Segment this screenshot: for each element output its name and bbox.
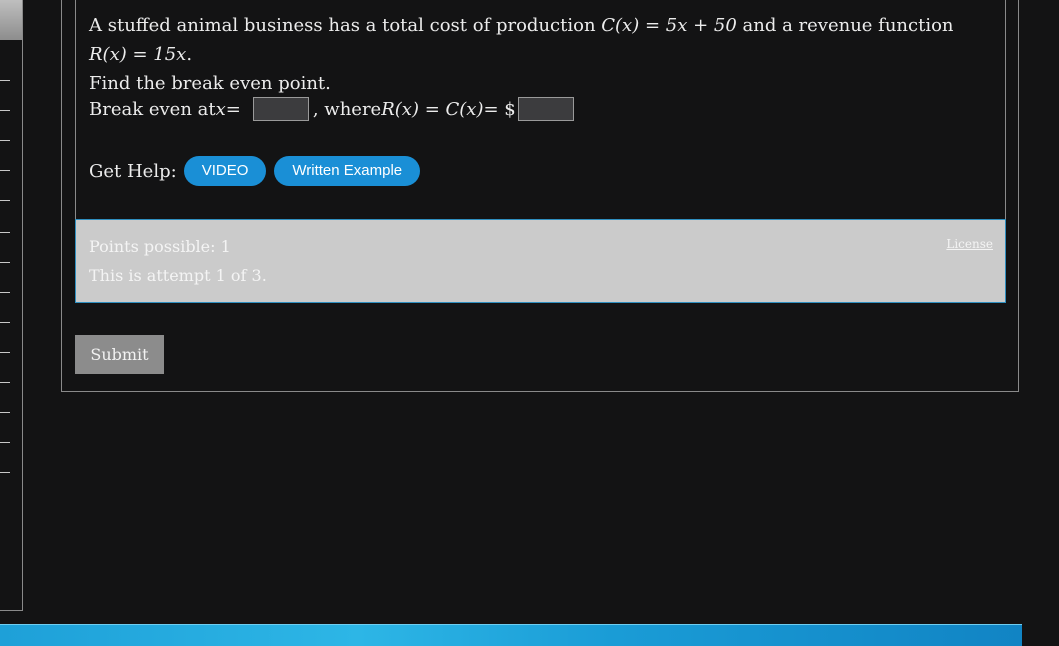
where-text: , where (312, 98, 382, 120)
sidebar-tick (0, 352, 10, 353)
left-sidebar (0, 0, 23, 611)
get-help-label: Get Help: (89, 160, 177, 182)
attempt-text: This is attempt 1 of 3. (89, 266, 267, 285)
dollar-sign: = $ (483, 98, 516, 120)
sidebar-tick (0, 322, 10, 323)
sidebar-tick (0, 170, 10, 171)
video-button[interactable]: VIDEO (183, 156, 267, 186)
bottom-banner (0, 624, 1022, 646)
question-prompt: Find the break even point. (89, 73, 331, 94)
license-link[interactable]: License (946, 237, 993, 251)
info-panel: Points possible: 1 This is attempt 1 of … (75, 219, 1006, 303)
sidebar-tick (0, 232, 10, 233)
written-example-button[interactable]: Written Example (274, 156, 421, 186)
cost-function: C(x) = 5x + 50 (601, 15, 737, 36)
dollar-answer-input[interactable] (517, 97, 574, 121)
sidebar-tick (0, 412, 10, 413)
sidebar-tick (0, 382, 10, 383)
variable-x: x (215, 98, 226, 120)
sidebar-tick (0, 110, 10, 111)
r-equals-c: R(x) = C(x) (381, 98, 484, 120)
sidebar-tick (0, 292, 10, 293)
points-possible: Points possible: 1 (89, 237, 231, 256)
sidebar-tick (0, 200, 10, 201)
question-sentence-mid: and a revenue function (736, 15, 954, 36)
sidebar-tick (0, 442, 10, 443)
question-period: . (186, 44, 193, 65)
get-help-row: Get Help: VIDEO Written Example (89, 156, 421, 186)
sidebar-tick (0, 262, 10, 263)
submit-button[interactable]: Submit (75, 335, 164, 374)
sidebar-tick (0, 80, 10, 81)
sidebar-scroll-thumb[interactable] (0, 0, 22, 40)
revenue-function: R(x) = 15x (89, 44, 187, 65)
answer-line: Break even at x = , where R(x) = C(x) = … (89, 97, 574, 121)
equals-sign: = (225, 98, 241, 120)
sidebar-tick (0, 140, 10, 141)
x-answer-input[interactable] (252, 97, 309, 121)
break-even-label: Break even at (89, 98, 216, 120)
question-text: A stuffed animal business has a total co… (89, 11, 994, 98)
sidebar-tick (0, 472, 10, 473)
question-sentence: A stuffed animal business has a total co… (89, 15, 602, 36)
